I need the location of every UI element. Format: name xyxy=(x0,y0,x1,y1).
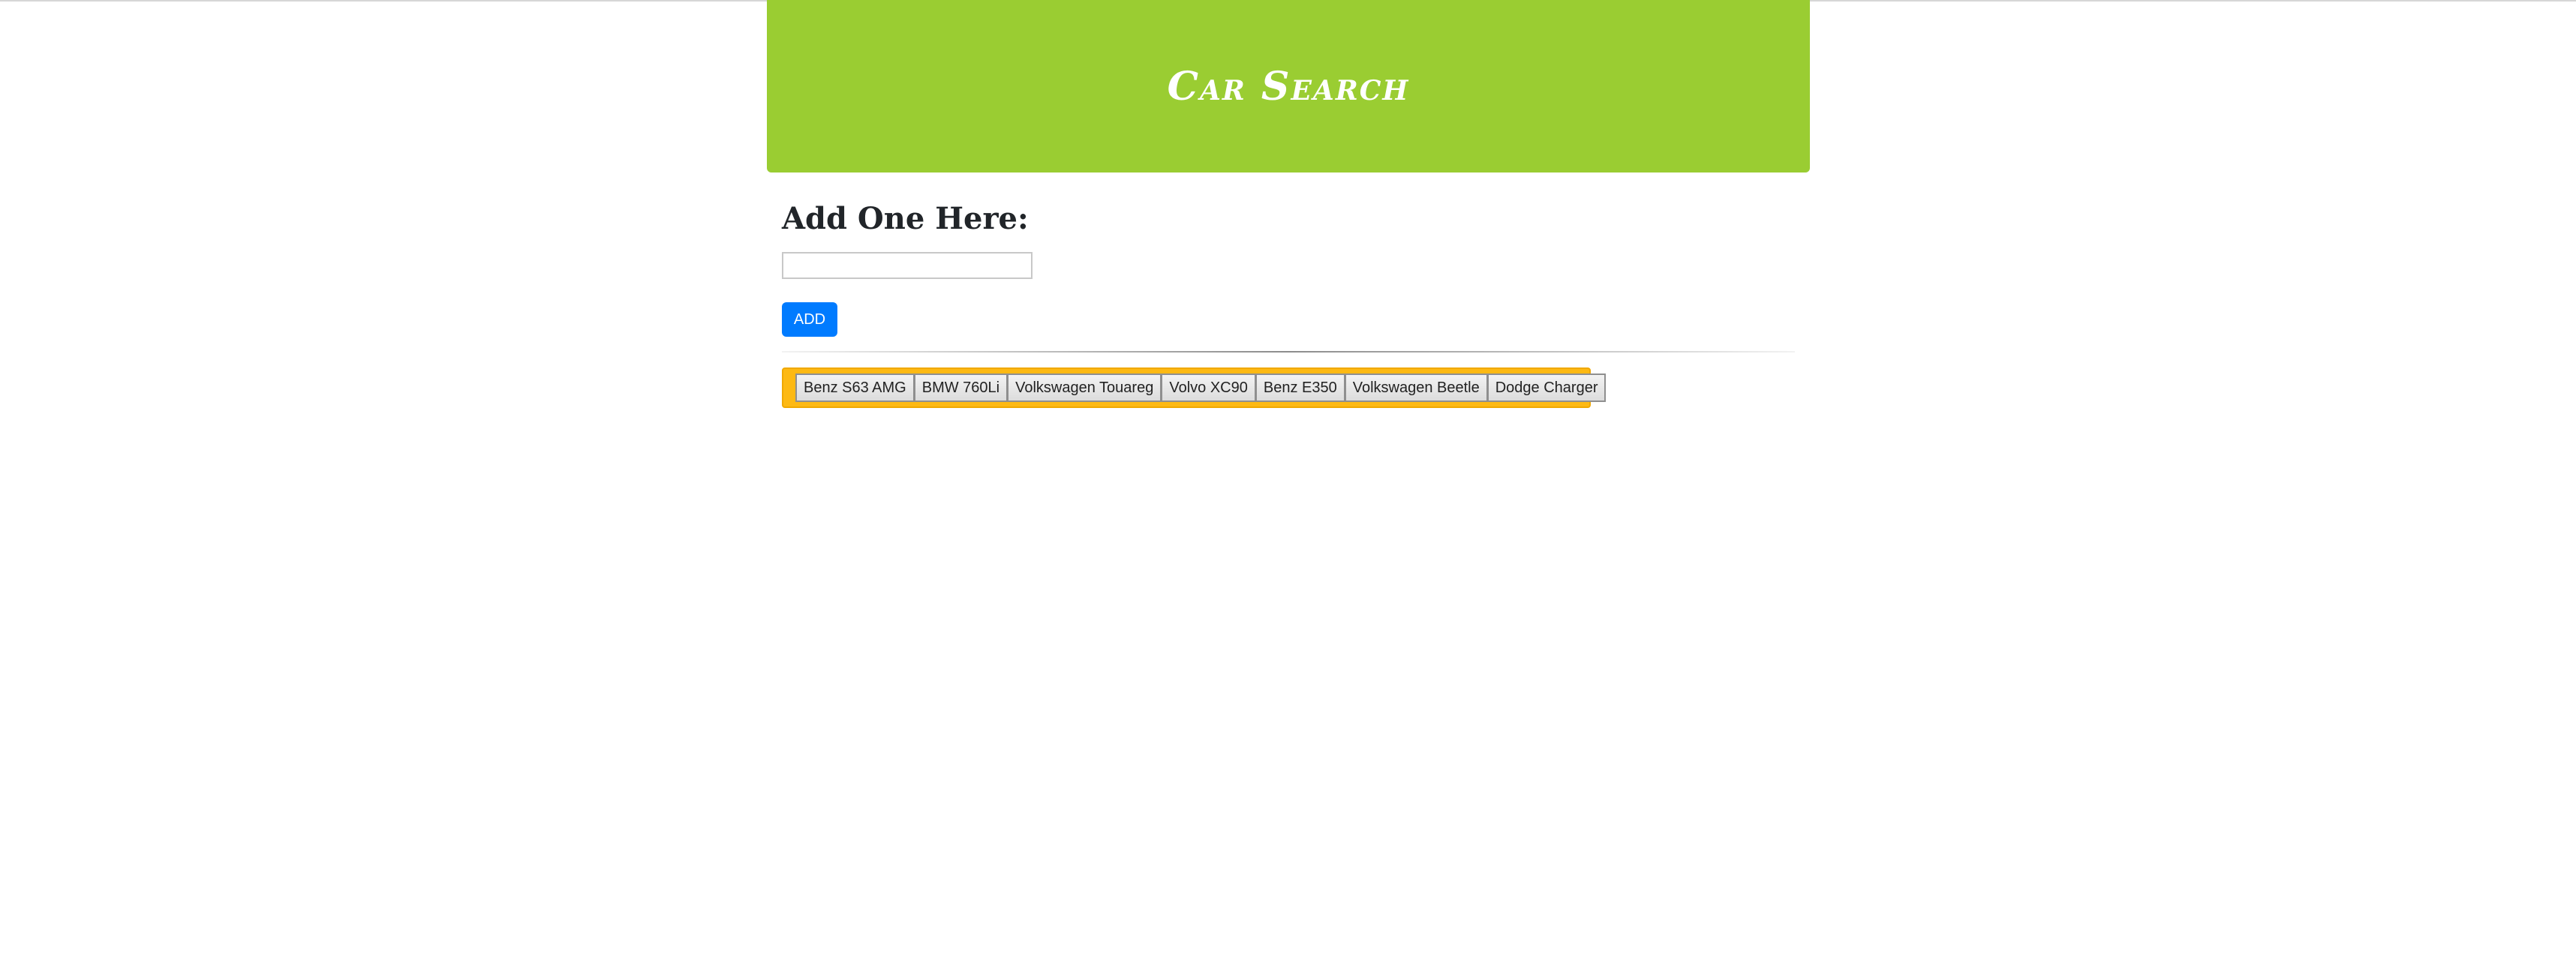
add-car-heading: Add One Here: xyxy=(782,201,1029,236)
car-button[interactable]: Volkswagen Beetle xyxy=(1344,374,1487,402)
header-banner: Car Search xyxy=(767,0,1810,172)
horizontal-divider xyxy=(782,351,1795,352)
car-button[interactable]: Volkswagen Touareg xyxy=(1007,374,1162,402)
add-button[interactable]: ADD xyxy=(782,302,837,337)
car-button[interactable]: Volvo XC90 xyxy=(1161,374,1255,402)
car-name-input[interactable] xyxy=(782,252,1033,279)
page-title: Car Search xyxy=(1167,63,1410,110)
car-button[interactable]: Benz S63 AMG xyxy=(795,374,914,402)
car-buttons-panel: Benz S63 AMG BMW 760Li Volkswagen Touare… xyxy=(782,368,1607,408)
car-button[interactable]: Benz E350 xyxy=(1255,374,1345,402)
car-button[interactable]: BMW 760Li xyxy=(913,374,1008,402)
car-button[interactable]: Dodge Charger xyxy=(1486,374,1607,402)
